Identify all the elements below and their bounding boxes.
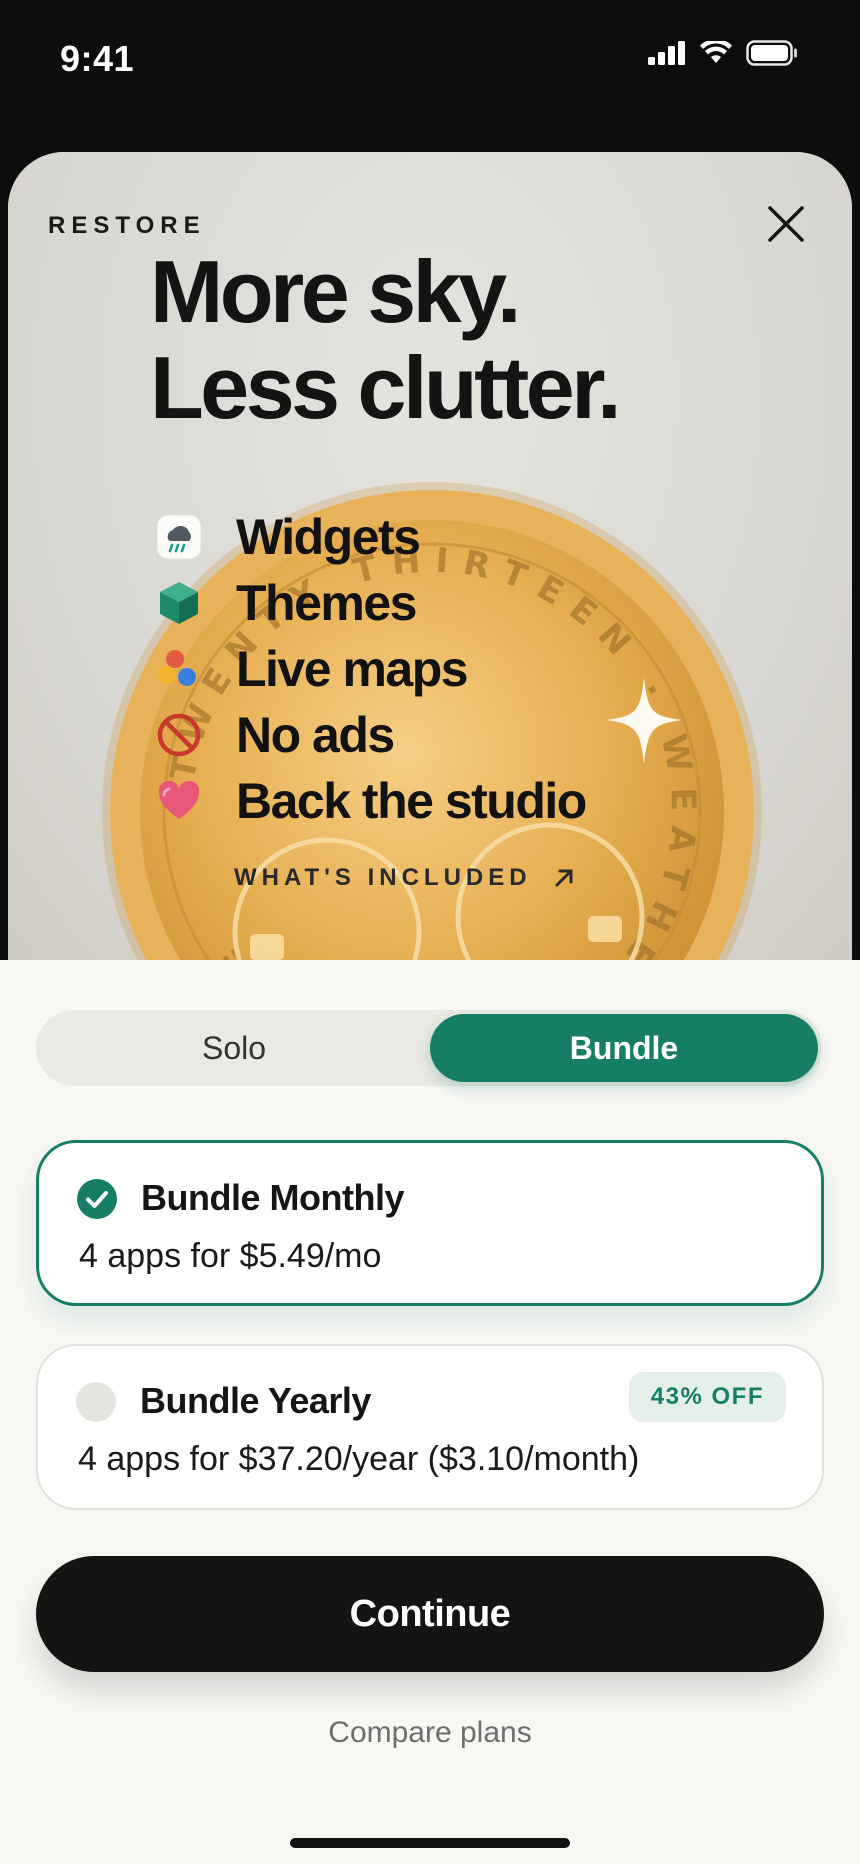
feature-item: Widgets [154,504,586,570]
headline-line-2: Less clutter. [150,338,622,437]
toggle-option-solo[interactable]: Solo [40,1014,428,1082]
cellular-signal-icon [648,41,685,65]
feature-item: Back the studio [154,768,587,834]
feature-label: Live maps [236,641,469,697]
feature-label: No ads [236,707,395,763]
wifi-icon [700,41,732,63]
cube-icon [154,578,204,628]
plan-price: 4 apps for $37.20/year ($3.10/month) [78,1440,640,1478]
checkmark-icon [77,1179,117,1219]
whats-included-link[interactable]: WHAT'S INCLUDED [234,864,576,892]
toggle-option-bundle[interactable]: Bundle [430,1014,818,1082]
plan-option-yearly[interactable]: Bundle Yearly 43% OFF 4 apps for $37.20/… [36,1344,824,1510]
plan-title: Bundle Yearly [140,1380,371,1421]
whats-included-label: WHAT'S INCLUDED [234,864,532,891]
color-dots-icon [154,644,204,694]
headline-line-1: More sky. [150,242,521,341]
arrow-up-right-icon [555,869,573,887]
rain-cloud-icon [154,512,204,562]
feature-label: Widgets [236,509,421,565]
status-icons [648,40,798,66]
feature-label: Themes [236,575,417,631]
status-time: 9:41 [60,38,135,79]
headline: More sky. Less clutter. [150,244,770,436]
feature-list: Widgets Themes Live maps No ads Back the… [154,504,587,834]
restore-button[interactable]: RESTORE [48,212,206,240]
hero: TWENTY THIRTEEN · WEATHERWICK · ISSUE RE… [8,152,852,960]
compare-plans-link[interactable]: Compare plans [0,1716,860,1750]
feature-item: Themes [154,570,586,636]
heart-icon [154,776,204,826]
home-indicator [290,1838,570,1848]
plan-option-monthly[interactable]: Bundle Monthly 4 apps for $5.49/mo [36,1140,824,1306]
no-ads-icon [154,710,204,760]
feature-item: No ads [154,702,586,768]
feature-label: Back the studio [236,773,587,829]
close-icon[interactable] [764,202,808,246]
radio-unselected-icon [76,1382,116,1422]
plan-panel: Solo Bundle Bundle Monthly 4 apps for $5… [0,960,860,1864]
plan-title: Bundle Monthly [141,1177,404,1218]
status-bar: 9:41 [0,0,860,120]
plan-type-toggle: Solo Bundle [36,1010,822,1086]
plan-price: 4 apps for $5.49/mo [79,1237,382,1275]
discount-badge: 43% OFF [628,1372,786,1422]
continue-button[interactable]: Continue [36,1556,824,1672]
feature-item: Live maps [154,636,586,702]
battery-icon [746,40,797,66]
